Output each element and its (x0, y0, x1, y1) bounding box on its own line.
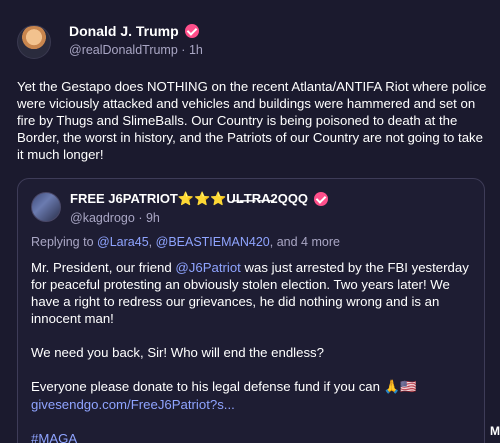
separator: · (138, 211, 143, 225)
post-time[interactable]: 1h (189, 43, 203, 57)
verified-badge-icon (184, 24, 199, 38)
reply-comma: , (148, 235, 153, 249)
quote-paragraph: Mr. President, our friend @J6Patriot was… (31, 259, 471, 327)
author-handle[interactable]: @realDonaldTrump (69, 43, 178, 57)
quote-display-name-row[interactable]: FREE J6PATRIOT⭐⭐⭐U̶L̶T̶R̶A̶2QQQ (70, 191, 470, 207)
quote-display-name[interactable]: FREE J6PATRIOT⭐⭐⭐U̶L̶T̶R̶A̶2QQQ (70, 191, 308, 207)
quoted-post[interactable]: FREE J6PATRIOT⭐⭐⭐U̶L̶T̶R̶A̶2QQQ @kagdrog… (17, 178, 485, 443)
reply-user-link[interactable]: @Lara45 (97, 235, 149, 249)
quote-author-avatar[interactable] (31, 192, 61, 222)
quote-paragraph: We need you back, Sir! Who will end the … (31, 345, 324, 360)
quote-author-names: FREE J6PATRIOT⭐⭐⭐U̶L̶T̶R̶A̶2QQQ @kagdrog… (70, 191, 470, 225)
mention-link[interactable]: @J6Patriot (175, 260, 240, 275)
reply-user-link[interactable]: @BEASTIEMAN420 (156, 235, 270, 249)
post-header: Donald J. Trump @realDonaldTrump · 1h (17, 23, 203, 59)
edge-letter: M (490, 424, 500, 438)
quote-text: Mr. President, our friend @J6Patriot was… (31, 259, 471, 443)
author-names: Donald J. Trump @realDonaldTrump · 1h (69, 23, 369, 57)
quote-handle[interactable]: @kagdrogo (70, 211, 135, 225)
fund-link[interactable]: givesendgo.com/FreeJ6Patriot?s... (31, 397, 235, 412)
replying-to-suffix: , and 4 more (269, 235, 340, 249)
quote-handle-row: @kagdrogo · 9h (70, 211, 470, 225)
author-display-name-row[interactable]: Donald J. Trump (69, 23, 369, 39)
quote-time[interactable]: 9h (146, 211, 160, 225)
hashtag-paragraph: #MAGA (31, 430, 471, 443)
author-avatar[interactable] (17, 25, 51, 59)
pray-flag-emoji: 🙏🇺🇸 (383, 380, 417, 395)
replying-to: Replying to @Lara45, @BEASTIEMAN420, and… (31, 235, 340, 249)
quote-paragraph: Everyone please donate to his legal defe… (31, 378, 471, 413)
hashtag-link[interactable]: #MAGA (31, 431, 77, 443)
quote-text-span: Mr. President, our friend (31, 260, 176, 275)
separator: · (181, 43, 186, 57)
post-text: Yet the Gestapo does NOTHING on the rece… (17, 79, 487, 162)
replying-to-prefix: Replying to (31, 235, 94, 249)
truth-post: Donald J. Trump @realDonaldTrump · 1h Ye… (0, 0, 500, 443)
verified-badge-icon (314, 192, 329, 206)
author-handle-row: @realDonaldTrump · 1h (69, 43, 369, 57)
quote-text-span: Everyone please donate to his legal defe… (31, 379, 380, 394)
author-display-name[interactable]: Donald J. Trump (69, 23, 179, 39)
